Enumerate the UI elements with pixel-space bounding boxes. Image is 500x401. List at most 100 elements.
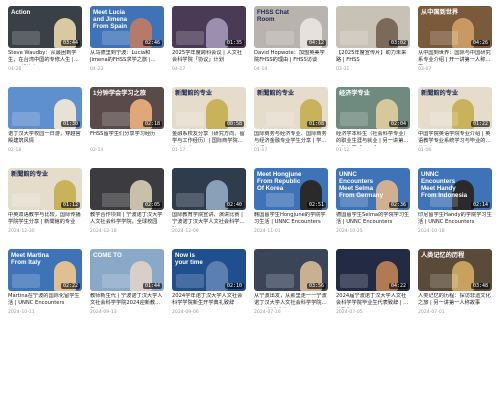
video-grid: Action 03:44 Steve Waudby：从最困到学生，在台湾中国的专修人… [0,0,500,401]
video-card[interactable]: 新聞館的专业 00:58 金融系校友分享（研究方向、留学与工作经历）| 国际商学院学… [172,87,246,161]
video-title[interactable]: 从马德里到宁波：Lucia和Jimena的FHSS求学之旅 | UNNC Enc… [90,50,164,65]
duration-badge: 02:40 [224,202,244,208]
video-thumbnail[interactable]: 经济学专业 02:04 [336,87,410,129]
video-card[interactable]: 从中国到世界 04:26 从中国到世界：国际与中国研究系专业介绍 | 开一讲第一人称… [418,6,492,80]
video-card[interactable]: UNNC Encounters Meet Selma From Germany 0… [336,168,410,242]
video-thumbnail[interactable]: 04:22 [336,249,410,291]
publish-date: 02-14 [90,148,104,153]
thumbnail-caption: Meet Hongjune From Republic Of Korea [257,171,302,192]
video-title[interactable]: 2024届宁波诺丁汉大学人文社会科学学院毕业生代表致辞 | 毕业致辞 [336,293,410,308]
video-card[interactable]: 03:56 从宁波出发，从那里走一一宁波诺丁汉大学人文社会科学学院2024毕业典礼… [254,249,328,323]
video-thumbnail[interactable]: 新聞館的专业 00:58 [172,87,246,129]
video-card[interactable]: Now is your time 02:10 2024学年诺丁汉大学人文社会科学学院… [172,249,246,323]
video-thumbnail[interactable]: 02:40 [172,168,246,210]
video-thumbnail[interactable]: Meet Lucia and Jimena From Spain 02:46 [90,6,164,48]
publish-date: 2024-10-18 [418,229,445,234]
video-card[interactable]: FHSS Chat Room 04:12 David Hopwote：加盟英美学院F… [254,6,328,80]
video-thumbnail[interactable]: 新聞館的专业 01:12 [8,168,82,210]
publish-date: 2024-09-06 [172,310,199,315]
video-thumbnail[interactable]: 从中国到世界 04:26 [418,6,492,48]
video-card[interactable]: 03:02 【2025年度宣传片】助力未来路 | FHSS 03-31 [336,6,410,80]
video-card[interactable]: Action 03:44 Steve Waudby：从最困到学生，在台湾中国的专修人… [8,6,82,80]
video-title[interactable]: 教师新生代 | 宁波诺丁汉大学人文社会科学学院2024迎新教师见面会 [90,293,164,308]
duration-badge: 01:30 [60,121,80,127]
duration-badge: 03:44 [60,40,80,46]
video-card[interactable]: 01:30 诺丁汉大学校园一日游，穿越宫殿建筑风情 02-18 [8,87,82,161]
video-title[interactable]: 中英双语教学与比较，国际传播学院学生分享 | 新聞館的专业 [8,212,82,227]
publish-date: 01-12 [336,148,350,153]
video-card[interactable]: 人类记忆的历程 03:48 人类记忆的历程：探访非遗文化之旅 | 另一讲第一人称故事… [418,249,492,323]
video-card[interactable]: 新聞館的专业 01:12 中英双语教学与比较，国际传播学院学生分享 | 新聞館的专业… [8,168,82,242]
video-thumbnail[interactable]: Action 03:44 [8,6,82,48]
publish-date: 04-28 [8,67,22,72]
publish-date: 01-17 [254,148,268,153]
video-title[interactable]: 金融系校友分享（研究方向、留学与工作经历）| 国际商学院学生分享会 [172,131,246,146]
video-thumbnail[interactable]: 人类记忆的历程 03:48 [418,249,492,291]
video-title[interactable]: 教学合作项目 | 宁波诺丁汉大学人文社会科学学院，全球校园 [90,212,164,227]
duration-badge: 04:22 [388,283,408,289]
thumbnail-caption: Now is your time [175,252,203,266]
publish-date: 01-17 [172,148,186,153]
video-card[interactable]: 02:05 教学合作项目 | 宁波诺丁汉大学人文社会科学学院，全球校园 2024-1… [90,168,164,242]
thumbnail-figure [176,112,204,126]
video-title[interactable]: 从宁波出发，从那里走一一宁波诺丁汉大学人文社会科学学院2024毕业典礼 [254,293,328,308]
video-title[interactable]: FHSS留学生们分享学习经历 [90,131,164,146]
video-thumbnail[interactable]: Now is your time 02:10 [172,249,246,291]
video-thumbnail[interactable]: 03:02 [336,6,410,48]
video-card[interactable]: COME TO 01:44 教师新生代 | 宁波诺丁汉大学人文社会科学学院2024迎… [90,249,164,323]
video-card[interactable]: 02:40 国际教育学院宣讲、演讲比赛 | 宁波诺丁汉大学人文社会科学学院 2024… [172,168,246,242]
video-thumbnail[interactable]: 1分钟学会学习之旅 02:18 [90,87,164,129]
video-card[interactable]: Meet Hongjune From Republic Of Korea 02:5… [254,168,328,242]
video-card[interactable]: 新聞館的专业 01:08 国际商务与经济专业、国际商务与经济金融专业学生分享 | 学… [254,87,328,161]
video-title[interactable]: Steve Waudby：从最困到学生，在台湾中国的专修人生 | FHSS投资家 [8,50,82,65]
video-thumbnail[interactable]: 01:30 [8,87,82,129]
video-card[interactable]: 经济学专业 02:04 经济学本科生（社会科学专业）的职业生涯与就业 | 另一讲第一… [336,87,410,161]
video-title[interactable]: 2024学年诺丁汉大学人文社会科学学院新生开学典礼致辞 [172,293,246,308]
thumbnail-figure [176,193,204,207]
video-thumbnail[interactable]: FHSS Chat Room 04:12 [254,6,328,48]
video-card[interactable]: 01:35 2025学年度跨科会议 | 人文社会科学院「协议」计划 04-17 [172,6,246,80]
video-thumbnail[interactable]: COME TO 01:44 [90,249,164,291]
video-title[interactable]: 国际商务与经济专业、国际商务与经济金融专业学生分享 | 学院介绍 [254,131,328,146]
video-thumbnail[interactable]: Meet Hongjune From Republic Of Korea 02:5… [254,168,328,210]
thumbnail-figure [266,31,294,45]
video-title[interactable]: 从中国到世界：国际与中国研究系专业介绍 | 开一讲第一人称故事 [418,50,492,65]
video-thumbnail[interactable]: 03:56 [254,249,328,291]
video-thumbnail[interactable]: 新聞館的专业 01:22 [418,87,492,129]
thumbnail-caption: 新聞館的专业 [421,90,459,97]
video-card[interactable]: Meet Lucia and Jimena From Spain 02:46 从马德… [90,6,164,80]
video-title[interactable]: 经济学本科生（社会科学专业）的职业生涯与就业 | 另一讲第一人称故事【Slow】 [336,131,410,146]
video-thumbnail[interactable]: UNNC Encounters Meet Handy From Indonesi… [418,168,492,210]
thumbnail-figure [12,112,40,126]
video-card[interactable]: UNNC Encounters Meet Handy From Indonesi… [418,168,492,242]
video-thumbnail[interactable]: 新聞館的专业 01:08 [254,87,328,129]
thumbnail-figure [102,274,130,288]
duration-badge: 02:18 [142,121,162,127]
video-title[interactable]: 中国学院英语学院专业介绍 | 英语教学专业系统学习与毕业的专业分享 [418,131,492,146]
publish-date: 04-17 [172,67,186,72]
video-title[interactable]: 德国留学生Selma的学院学习生活 | UNNC Encounters [336,212,410,227]
video-card[interactable]: 新聞館的专业 01:22 中国学院英语学院专业介绍 | 英语教学专业系统学习与毕业的… [418,87,492,161]
video-title[interactable]: 国际教育学院宣讲、演讲比赛 | 宁波诺丁汉大学人文社会科学学院 [172,212,246,227]
video-title[interactable]: 人类记忆的历程：探访非遗文化之旅 | 另一讲第一人称故事 [418,293,492,308]
thumbnail-figure [176,274,204,288]
video-title[interactable]: 诺丁汉大学校园一日游，穿越宫殿建筑风情 [8,131,82,146]
video-title[interactable]: 2025学年度跨科会议 | 人文社会科学院「协议」计划 [172,50,246,65]
video-card[interactable]: 1分钟学会学习之旅 02:18 FHSS留学生们分享学习经历 02-14 [90,87,164,161]
thumbnail-figure [266,274,294,288]
thumbnail-figure [102,112,130,126]
duration-badge: 00:58 [224,121,244,127]
video-title[interactable]: 韩国留学生Hongjune的学院学习生活 | UNNC Encounters [254,212,328,227]
video-thumbnail[interactable]: 02:05 [90,168,164,210]
video-card[interactable]: Meet Martina From Italy 02:22 Martina在宁波的国… [8,249,82,323]
video-title[interactable]: 【2025年度宣传片】助力未来路 | FHSS [336,50,410,65]
video-thumbnail[interactable]: Meet Martina From Italy 02:22 [8,249,82,291]
video-thumbnail[interactable]: 01:35 [172,6,246,48]
video-title[interactable]: David Hopwote：加盟英美学院FHSS的理由 | FHSS访谈 [254,50,328,65]
thumbnail-figure [340,274,368,288]
video-title[interactable]: Martina在宁波的国际化留学生活 | UNNC Encounters [8,293,82,308]
duration-badge: 02:36 [388,202,408,208]
video-thumbnail[interactable]: UNNC Encounters Meet Selma From Germany 0… [336,168,410,210]
video-card[interactable]: 04:22 2024届宁波诺丁汉大学人文社会科学学院毕业生代表致辞 | 毕业致辞 2… [336,249,410,323]
video-title[interactable]: 印尼留学生Handy的学院学习生活 | UNNC Encounters [418,212,492,227]
